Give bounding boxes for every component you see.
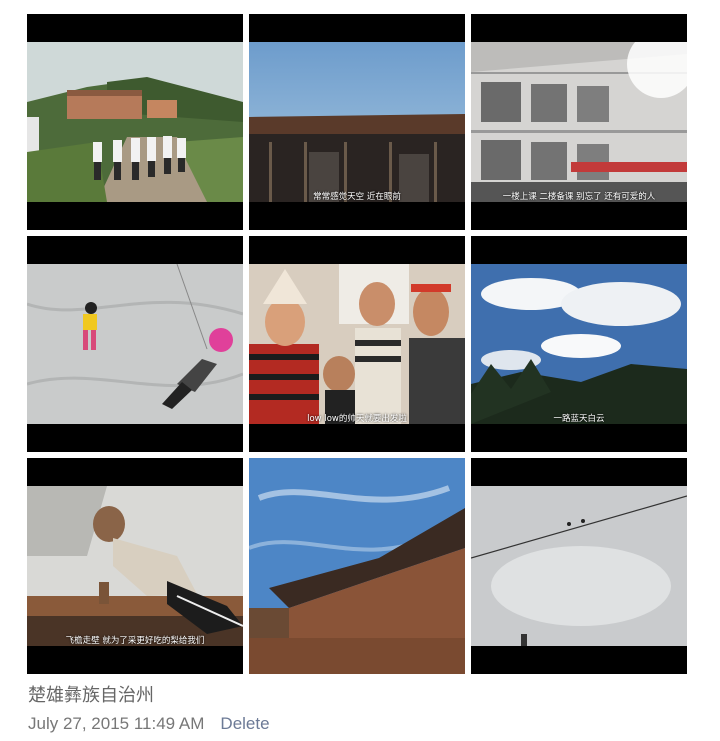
photo-tile-school-building[interactable]: 一楼上课 二楼备课 别忘了 还有可爱的人	[471, 14, 687, 230]
photo-tile-climbing[interactable]: 飞檐走壁 就为了采更好吃的梨给我们	[27, 458, 243, 674]
photo-subtitle: 一楼上课 二楼备课 别忘了 还有可爱的人	[502, 192, 656, 202]
courtyard-photo	[27, 264, 243, 424]
wire-sky-photo	[471, 486, 687, 646]
post-location-link[interactable]: 楚雄彝族自治州	[28, 681, 154, 707]
photo-tile-courtyard[interactable]	[27, 236, 243, 452]
photo-subtitle: 一路蓝天白云	[553, 414, 605, 424]
photo-tile-sky-roof[interactable]: 常常感觉天空 近在眼前	[249, 14, 465, 230]
village-road-photo	[27, 42, 243, 202]
photo-tile-wire-sky[interactable]	[471, 458, 687, 674]
school-building-photo	[471, 42, 687, 202]
photo-grid: 常常感觉天空 近在眼前 一楼上课 二楼备课 别忘了 还有可爱的人 low low…	[0, 0, 720, 680]
photo-subtitle: 飞檐走壁 就为了采更好吃的梨给我们	[65, 636, 205, 646]
group-portrait-photo	[249, 264, 465, 424]
photo-tile-group-portrait[interactable]: low low的帅天就要出发啦	[249, 236, 465, 452]
roof-sky-photo	[249, 458, 465, 674]
photo-subtitle: low low的帅天就要出发啦	[307, 414, 407, 424]
post-meta-row: July 27, 2015 11:49 AM Delete	[28, 711, 270, 737]
photo-tile-roof-sky[interactable]	[249, 458, 465, 674]
sky-roof-photo	[249, 42, 465, 202]
climbing-photo	[27, 486, 243, 646]
post-timestamp: July 27, 2015 11:49 AM	[28, 714, 205, 733]
photo-tile-village-road[interactable]	[27, 14, 243, 230]
photo-subtitle: 常常感觉天空 近在眼前	[313, 192, 401, 202]
clouds-photo	[471, 264, 687, 424]
delete-button[interactable]: Delete	[220, 714, 269, 734]
photo-tile-clouds[interactable]: 一路蓝天白云	[471, 236, 687, 452]
